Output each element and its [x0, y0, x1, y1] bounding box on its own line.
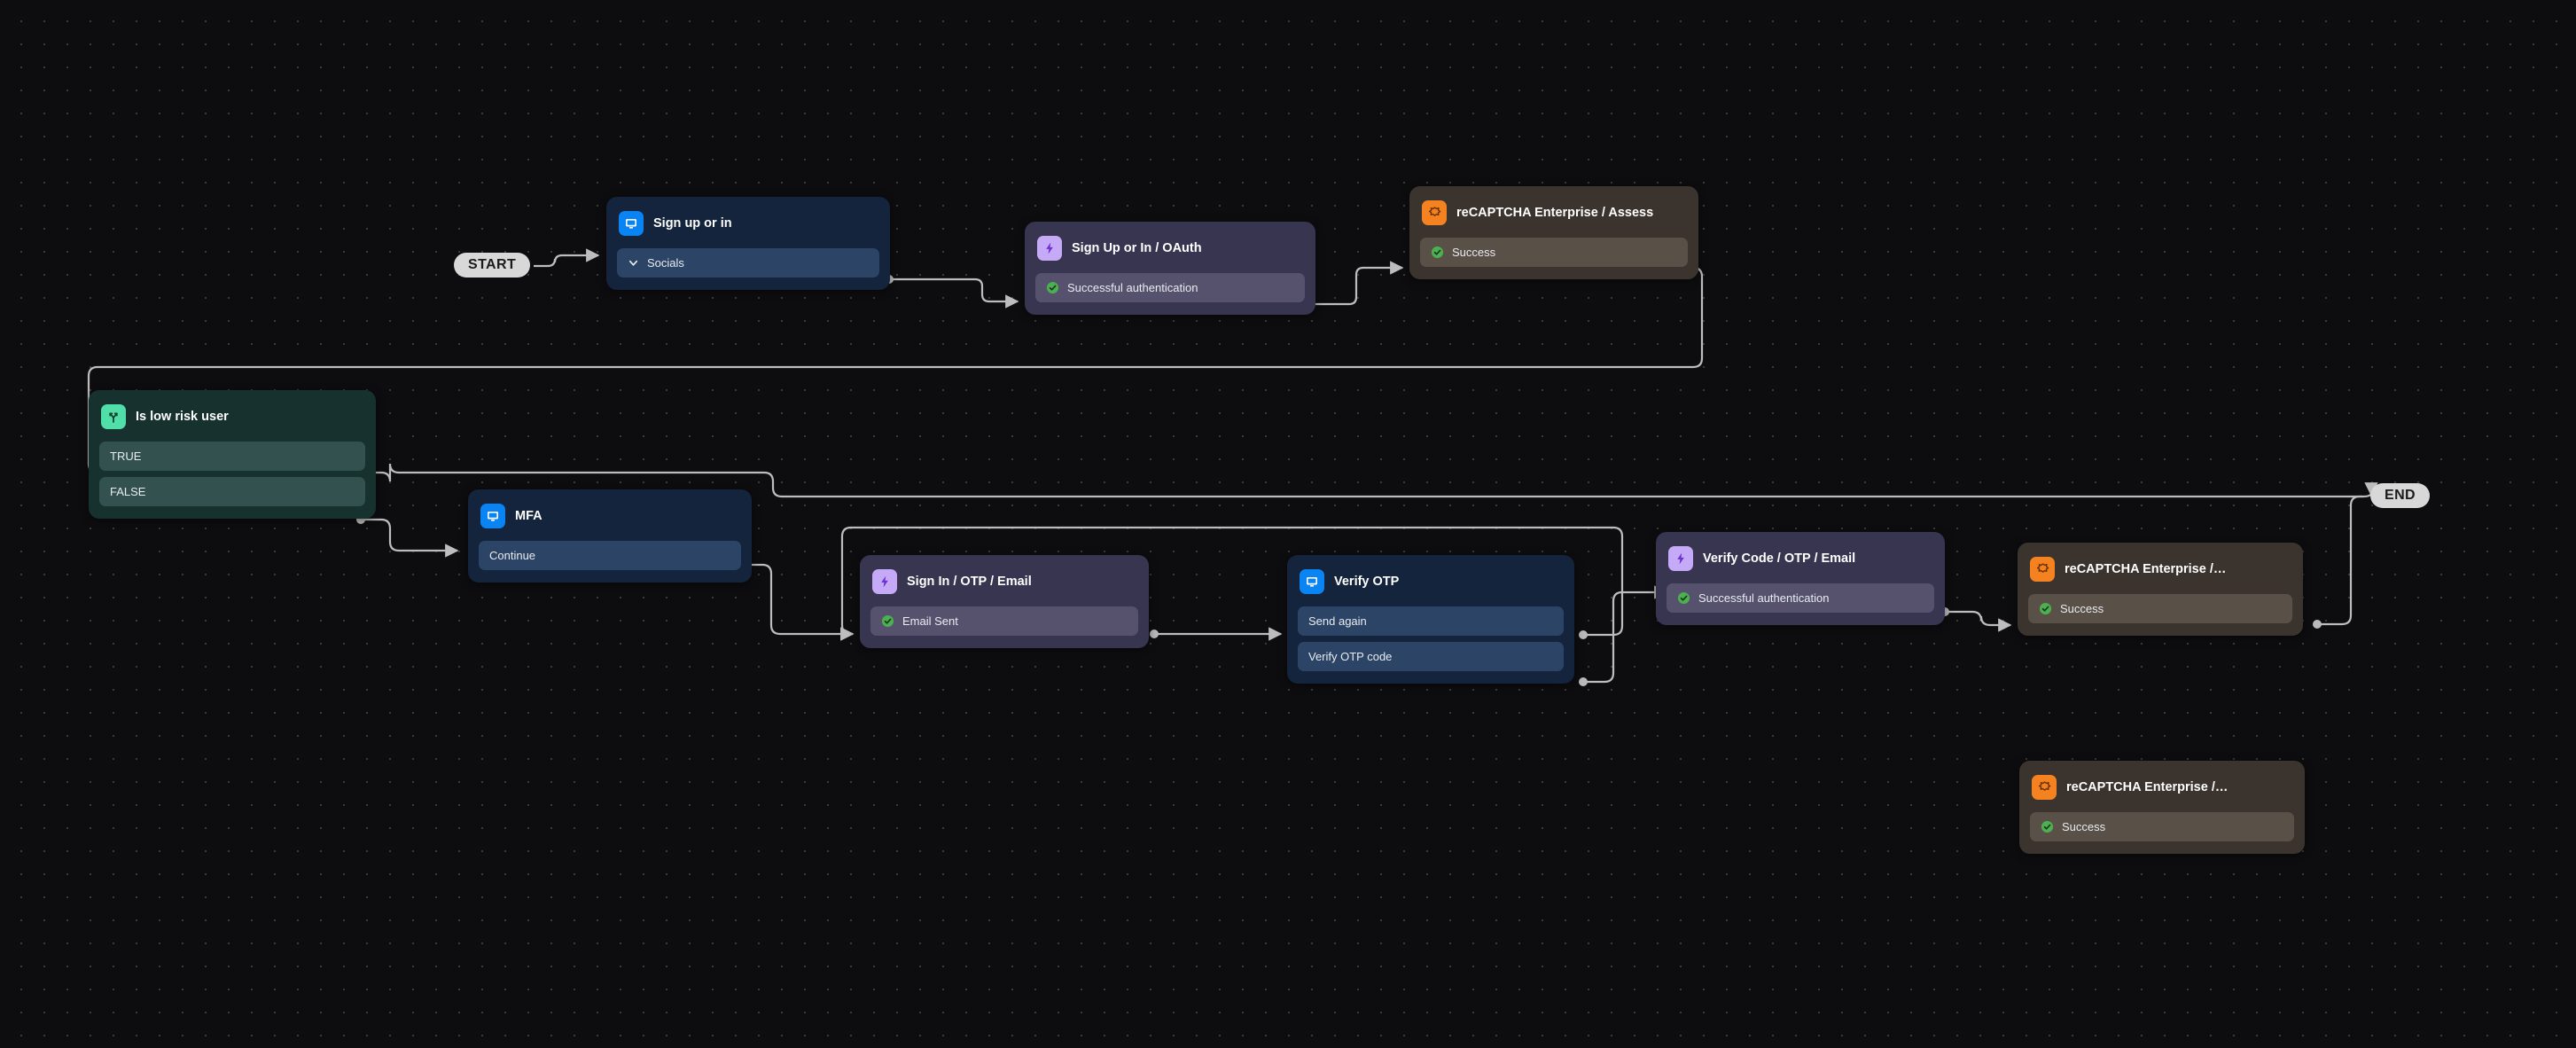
node-header: Sign In / OTP / Email: [870, 566, 1138, 596]
node-rows: Successful authentication: [1667, 583, 1934, 613]
node-rows: Send again Verify OTP code: [1298, 606, 1564, 671]
success-check-icon: [2041, 820, 2054, 833]
node-title: Sign Up or In / OAuth: [1072, 241, 1202, 255]
recaptcha-icon: [2030, 557, 2055, 582]
node-title: Sign up or in: [653, 216, 732, 231]
node-title: reCAPTCHA Enterprise /…: [2066, 780, 2229, 794]
success-check-icon: [1431, 246, 1444, 259]
node-rows: Success: [2028, 594, 2292, 623]
lightning-bolt-icon: [1037, 236, 1062, 261]
screen-icon: [480, 504, 505, 528]
branch-fork-icon: [101, 404, 126, 429]
node-title: Verify OTP: [1334, 575, 1400, 589]
handle-email-sent-out: [1150, 630, 1159, 638]
node-is-low-risk-user[interactable]: Is low risk user TRUE FALSE: [89, 390, 376, 519]
node-header: Sign Up or In / OAuth: [1035, 232, 1305, 262]
edge-start-to-signup: [534, 248, 600, 268]
handle-send-again-out: [1579, 630, 1588, 639]
node-sign-up-or-in-oauth[interactable]: Sign Up or In / OAuth Successful authent…: [1025, 222, 1315, 315]
node-header: Sign up or in: [617, 207, 879, 238]
node-recaptcha-enterprise-2[interactable]: reCAPTCHA Enterprise /… Success: [2018, 543, 2303, 636]
node-header: reCAPTCHA Enterprise /…: [2028, 553, 2292, 583]
node-header: reCAPTCHA Enterprise /…: [2030, 771, 2294, 802]
node-title: MFA: [515, 509, 543, 523]
lightning-bolt-icon: [872, 569, 897, 594]
node-header: Verify OTP: [1298, 566, 1564, 596]
node-rows: Success: [2030, 812, 2294, 841]
start-label: START: [468, 257, 517, 272]
node-verify-otp[interactable]: Verify OTP Send again Verify OTP code: [1287, 555, 1574, 684]
node-title: reCAPTCHA Enterprise / Assess: [1456, 206, 1654, 220]
row-true[interactable]: TRUE: [99, 442, 365, 471]
node-sign-in-otp-email[interactable]: Sign In / OTP / Email Email Sent: [860, 555, 1149, 648]
success-check-icon: [1046, 281, 1059, 294]
node-title: reCAPTCHA Enterprise /…: [2065, 562, 2227, 576]
row-success[interactable]: Success: [2028, 594, 2292, 623]
node-rows: Successful authentication: [1035, 273, 1305, 302]
node-rows: Success: [1420, 238, 1688, 267]
node-header: reCAPTCHA Enterprise / Assess: [1420, 197, 1688, 227]
row-label: Socials: [647, 256, 684, 270]
handle-layer: [356, 263, 2322, 848]
edge-false-to-mfa: [361, 518, 459, 558]
node-sign-up-or-in[interactable]: Sign up or in Socials: [606, 197, 890, 290]
row-label: Send again: [1308, 614, 1367, 628]
node-rows: Socials: [617, 248, 879, 278]
node-recaptcha-enterprise-3[interactable]: reCAPTCHA Enterprise /… Success: [2019, 761, 2305, 854]
row-label: Verify OTP code: [1308, 650, 1393, 663]
screen-icon: [619, 211, 644, 236]
row-label: Success: [2062, 820, 2106, 833]
handle-recaptcha-2-out: [2313, 620, 2322, 629]
row-label: Continue: [489, 549, 536, 562]
node-header: Is low risk user: [99, 401, 365, 431]
row-label: Success: [1452, 246, 1496, 259]
success-check-icon: [1677, 591, 1690, 605]
node-rows: Email Sent: [870, 606, 1138, 636]
edge-recaptcha-2-to-end: [2317, 495, 2362, 626]
row-label: Successful authentication: [1698, 591, 1830, 605]
node-recaptcha-enterprise-assess[interactable]: reCAPTCHA Enterprise / Assess Success: [1409, 186, 1698, 279]
end-node[interactable]: END: [2370, 483, 2430, 508]
row-success[interactable]: Success: [2030, 812, 2294, 841]
recaptcha-icon: [2032, 775, 2057, 800]
row-continue[interactable]: Continue: [479, 541, 741, 570]
node-title: Is low risk user: [136, 410, 229, 424]
edge-layer: [87, 248, 2378, 684]
success-check-icon: [881, 614, 894, 628]
row-label: Successful authentication: [1067, 281, 1198, 294]
edge-verify-otp-code-to-verify-code: [1583, 585, 1668, 684]
handle-verify-otp-code-out: [1579, 677, 1588, 686]
edge-socials-to-oauth: [889, 278, 1019, 309]
node-header: MFA: [479, 500, 741, 530]
row-label: TRUE: [110, 450, 142, 463]
screen-icon: [1300, 569, 1324, 594]
node-header: Verify Code / OTP / Email: [1667, 543, 1934, 573]
success-check-icon: [2039, 602, 2052, 615]
node-rows: Continue: [479, 541, 741, 570]
row-label: Success: [2060, 602, 2104, 615]
recaptcha-icon: [1422, 200, 1447, 225]
flow-canvas[interactable]: START END Sign up or in Socials Sign Up …: [0, 0, 2576, 1048]
edge-verify-code-to-recaptcha-2: [1945, 610, 2012, 632]
lightning-bolt-icon: [1668, 546, 1693, 571]
chevron-down-icon: [628, 260, 638, 266]
node-title: Sign In / OTP / Email: [907, 575, 1032, 589]
end-label: END: [2385, 488, 2416, 503]
row-label: Email Sent: [902, 614, 958, 628]
node-title: Verify Code / OTP / Email: [1703, 551, 1856, 566]
row-socials[interactable]: Socials: [617, 248, 879, 278]
node-mfa[interactable]: MFA Continue: [468, 489, 752, 583]
node-rows: TRUE FALSE: [99, 442, 365, 506]
row-verify-otp-code[interactable]: Verify OTP code: [1298, 642, 1564, 671]
node-verify-code-otp-email[interactable]: Verify Code / OTP / Email Successful aut…: [1656, 532, 1945, 625]
row-successful-authentication[interactable]: Successful authentication: [1667, 583, 1934, 613]
row-send-again[interactable]: Send again: [1298, 606, 1564, 636]
edge-mfa-to-sign-in-otp: [743, 563, 855, 641]
start-node[interactable]: START: [454, 253, 531, 278]
row-success[interactable]: Success: [1420, 238, 1688, 267]
row-email-sent[interactable]: Email Sent: [870, 606, 1138, 636]
row-label: FALSE: [110, 485, 146, 498]
row-successful-authentication[interactable]: Successful authentication: [1035, 273, 1305, 302]
row-false[interactable]: FALSE: [99, 477, 365, 506]
